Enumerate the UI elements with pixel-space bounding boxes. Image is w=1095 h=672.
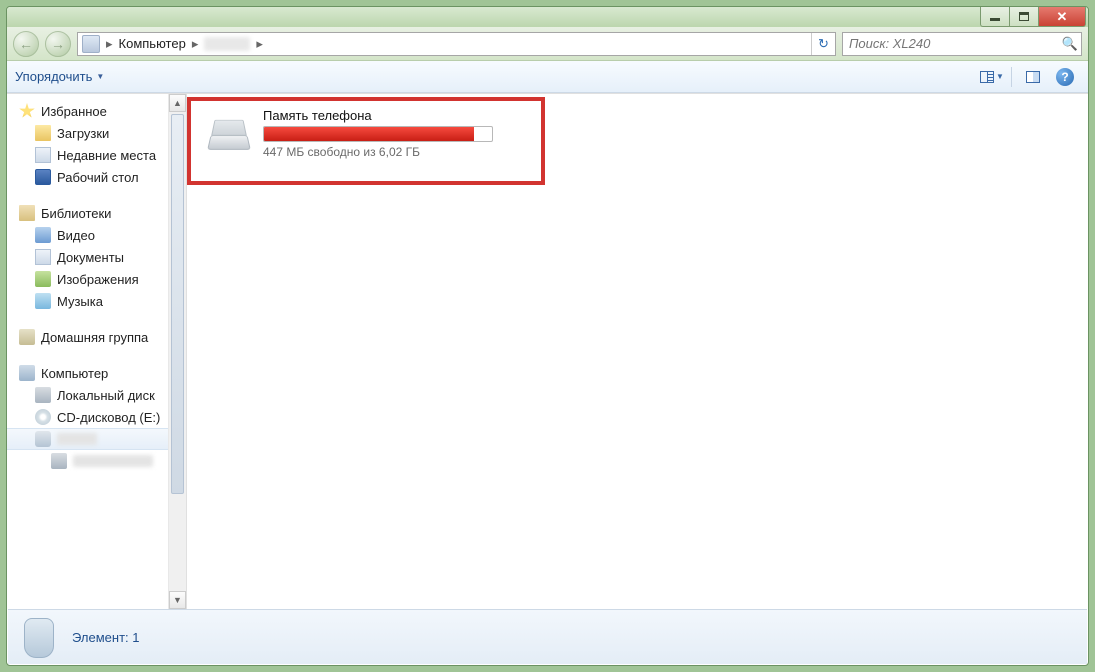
document-icon: [35, 249, 51, 265]
tree-pictures[interactable]: Изображения: [7, 268, 168, 290]
tree-group-libraries: Библиотеки Видео Документы Изображения М…: [7, 202, 168, 312]
breadcrumb-bar[interactable]: ▸ Компьютер ▸ ▸ ↻: [77, 32, 836, 56]
close-button[interactable]: ✕: [1038, 7, 1086, 27]
tree-label: Домашняя группа: [41, 330, 148, 345]
video-icon: [35, 227, 51, 243]
star-icon: [19, 103, 35, 119]
close-icon: ✕: [1057, 9, 1068, 25]
tree-label: Библиотеки: [41, 206, 111, 221]
music-icon: [35, 293, 51, 309]
scroll-up-button[interactable]: ▲: [169, 94, 186, 112]
back-button[interactable]: ←: [13, 31, 39, 57]
refresh-icon: ↻: [818, 36, 829, 52]
content-pane[interactable]: Память телефона 447 МБ свободно из 6,02 …: [187, 94, 1088, 609]
storage-icon: [51, 453, 67, 469]
tree-libraries[interactable]: Библиотеки: [7, 202, 168, 224]
view-icon: [980, 71, 994, 83]
breadcrumb-separator-icon[interactable]: ▸: [254, 36, 265, 52]
window-buttons: ✕: [981, 7, 1086, 27]
tree-local-disk[interactable]: Локальный диск: [7, 384, 168, 406]
help-button[interactable]: ?: [1050, 66, 1080, 88]
tree-label: CD-дисковод (E:): [57, 410, 160, 425]
cd-icon: [35, 409, 51, 425]
tree-label: Видео: [57, 228, 95, 243]
tree-homegroup[interactable]: Домашняя группа: [7, 326, 168, 348]
tree-desktop[interactable]: Рабочий стол: [7, 166, 168, 188]
tree-downloads[interactable]: Загрузки: [7, 122, 168, 144]
tree-label: Документы: [57, 250, 124, 265]
tree-label: Загрузки: [57, 126, 109, 141]
maximize-button[interactable]: [1009, 7, 1039, 27]
dropdown-icon: ▼: [96, 72, 104, 81]
tree-label: Недавние места: [57, 148, 156, 163]
organize-menu[interactable]: Упорядочить ▼: [15, 69, 104, 84]
dropdown-icon: ▼: [996, 72, 1004, 81]
tree-label: Локальный диск: [57, 388, 155, 403]
location-icon: [82, 35, 100, 53]
recent-icon: [35, 147, 51, 163]
tree-group-computer: Компьютер Локальный диск CD-дисковод (E:…: [7, 362, 168, 472]
maximize-icon: [1019, 12, 1029, 21]
tree-group-favorites: Избранное Загрузки Недавние места Рабочи…: [7, 100, 168, 188]
search-icon[interactable]: 🔍: [1059, 36, 1081, 52]
separator: [1011, 67, 1012, 87]
tree-device-selected[interactable]: [7, 428, 168, 450]
computer-icon: [19, 365, 35, 381]
titlebar[interactable]: ✕: [7, 7, 1088, 27]
tree-label: Музыка: [57, 294, 103, 309]
tree-label: Компьютер: [41, 366, 108, 381]
folder-icon: [35, 125, 51, 141]
view-button[interactable]: ▼: [977, 66, 1007, 88]
help-icon: ?: [1056, 68, 1074, 86]
navigation-pane: Избранное Загрузки Недавние места Рабочи…: [7, 94, 187, 609]
tree-music[interactable]: Музыка: [7, 290, 168, 312]
tree-group-homegroup: Домашняя группа: [7, 326, 168, 348]
forward-arrow-icon: →: [51, 36, 65, 52]
tree-recent[interactable]: Недавние места: [7, 144, 168, 166]
search-input[interactable]: [843, 36, 1059, 51]
drive-icon: [205, 114, 253, 154]
preview-pane-button[interactable]: [1018, 66, 1048, 88]
tree-favorites[interactable]: Избранное: [7, 100, 168, 122]
tree-documents[interactable]: Документы: [7, 246, 168, 268]
tree-videos[interactable]: Видео: [7, 224, 168, 246]
body: Избранное Загрузки Недавние места Рабочи…: [7, 93, 1088, 609]
toolbar: Упорядочить ▼ ▼ ?: [7, 61, 1088, 93]
status-text: Элемент: 1: [72, 630, 139, 645]
status-device-icon: [18, 614, 60, 660]
tree-label: Изображения: [57, 272, 139, 287]
minimize-icon: [990, 18, 1000, 21]
device-icon: [35, 431, 51, 447]
status-bar: Элемент: 1: [8, 609, 1087, 664]
libraries-icon: [19, 205, 35, 221]
hdd-icon: [35, 387, 51, 403]
refresh-button[interactable]: ↻: [811, 33, 835, 55]
pictures-icon: [35, 271, 51, 287]
minimize-button[interactable]: [980, 7, 1010, 27]
tree-device-child[interactable]: [7, 450, 168, 472]
scroll-thumb[interactable]: [171, 114, 184, 494]
tree-label: [57, 433, 97, 445]
tree: Избранное Загрузки Недавние места Рабочи…: [7, 100, 186, 472]
breadcrumb-separator-icon[interactable]: ▸: [104, 36, 115, 52]
sidebar-scrollbar[interactable]: ▲ ▼: [168, 94, 186, 609]
address-bar: ← → ▸ Компьютер ▸ ▸ ↻ 🔍: [7, 27, 1088, 61]
homegroup-icon: [19, 329, 35, 345]
tree-label: [73, 455, 153, 467]
scroll-down-button[interactable]: ▼: [169, 591, 186, 609]
tree-computer[interactable]: Компьютер: [7, 362, 168, 384]
search-box[interactable]: 🔍: [842, 32, 1082, 56]
breadcrumb-device[interactable]: [204, 37, 250, 51]
organize-label: Упорядочить: [15, 69, 92, 84]
preview-pane-icon: [1026, 71, 1040, 83]
breadcrumb-computer[interactable]: Компьютер: [115, 33, 190, 55]
tree-cd-drive[interactable]: CD-дисковод (E:): [7, 406, 168, 428]
tree-label: Избранное: [41, 104, 107, 119]
tree-label: Рабочий стол: [57, 170, 139, 185]
back-arrow-icon: ←: [19, 36, 33, 52]
desktop-icon: [35, 169, 51, 185]
breadcrumb-separator-icon[interactable]: ▸: [190, 36, 201, 52]
forward-button[interactable]: →: [45, 31, 71, 57]
explorer-window: ✕ ← → ▸ Компьютер ▸ ▸ ↻ 🔍 Упорядочить ▼ …: [6, 6, 1089, 666]
